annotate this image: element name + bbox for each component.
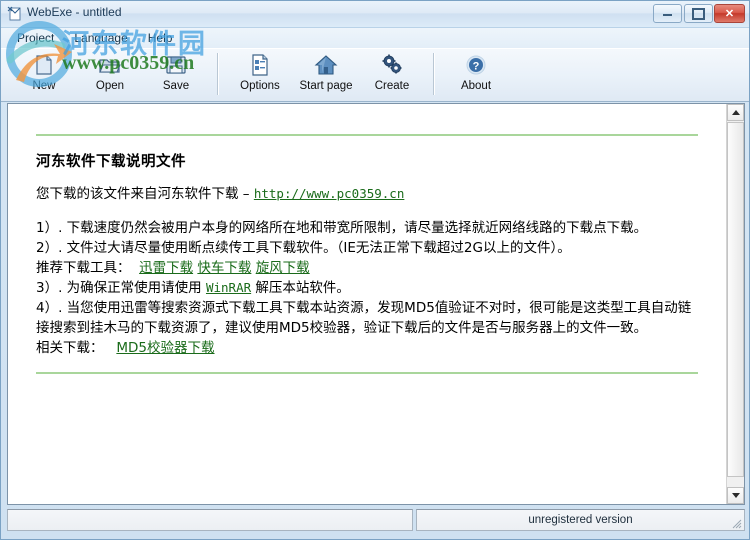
toolbar: New Open Save Options Start page Create … — [1, 48, 749, 102]
winrar-link[interactable]: WinRAR — [206, 280, 251, 295]
minimize-button[interactable] — [653, 4, 682, 23]
status-bar: unregistered version — [7, 509, 745, 531]
download-tool-link-qqxuanfeng[interactable]: 旋风下载 — [256, 260, 310, 276]
toolbar-label-start-page: Start page — [299, 80, 353, 92]
menu-bar: Project Language Help — [1, 28, 749, 48]
toolbar-button-start-page[interactable]: Start page — [293, 49, 359, 99]
window-title: WebExe - untitled — [27, 5, 122, 19]
document-subtitle: 您下载的该文件来自河东软件下载 – http://www.pc0359.cn — [36, 182, 698, 202]
resize-grip-icon[interactable] — [730, 517, 742, 529]
menu-item-project[interactable]: Project — [7, 29, 64, 47]
chevron-up-icon — [731, 110, 740, 115]
toolbar-button-create[interactable]: Create — [359, 49, 425, 99]
application-window: WebExe - untitled ✕ Project Language Hel… — [0, 0, 750, 540]
gears-icon — [380, 52, 404, 78]
document-tools-line: 推荐下载工具： 迅雷下载 快车下载 旋风下载 — [36, 258, 698, 278]
close-button[interactable]: ✕ — [714, 4, 745, 23]
scroll-down-button[interactable] — [727, 487, 744, 504]
open-folder-icon — [98, 52, 122, 78]
toolbar-button-about[interactable]: ? About — [443, 49, 509, 99]
home-icon — [314, 52, 338, 78]
toolbar-button-save[interactable]: Save — [143, 49, 209, 99]
document-item-4: 4）. 当您使用迅雷等搜索资源式下载工具下载本站资源，发现MD5值验证不对时，很… — [36, 300, 692, 336]
scrollbar-thumb[interactable] — [727, 122, 744, 477]
close-icon: ✕ — [724, 8, 735, 20]
app-icon — [7, 6, 23, 22]
toolbar-button-open[interactable]: Open — [77, 49, 143, 99]
document-item-2: 2）. 文件过大请尽量使用断点续传工具下载软件。（IE无法正常下载超过2G以上的… — [36, 240, 571, 256]
status-text-registration: unregistered version — [528, 514, 633, 526]
item3-prefix: 3）. 为确保正常使用请使用 — [36, 280, 206, 296]
document-view: 河东软件下载说明文件 您下载的该文件来自河东软件下载 – http://www.… — [7, 103, 745, 505]
minimize-icon — [663, 11, 672, 16]
toolbar-label-save: Save — [162, 80, 190, 92]
options-document-icon — [248, 52, 272, 78]
toolbar-label-about: About — [460, 80, 492, 92]
status-panel-left — [7, 509, 413, 531]
menu-item-language[interactable]: Language — [64, 29, 137, 47]
help-question-icon: ? — [464, 52, 488, 78]
related-label: 相关下载： — [36, 340, 104, 356]
vertical-scrollbar[interactable] — [726, 104, 744, 504]
tools-label: 推荐下载工具： — [36, 260, 131, 276]
toolbar-label-open: Open — [95, 80, 125, 92]
toolbar-separator-1 — [217, 53, 219, 95]
md5-checker-link[interactable]: MD5校验器下载 — [116, 340, 214, 356]
document-related-line: 相关下载： MD5校验器下载 — [36, 338, 698, 358]
document-item-1: 1）. 下载速度仍然会被用户本身的网络所在地和带宽所限制，请尽量选择就近网络线路… — [36, 220, 648, 236]
site-url-link[interactable]: http://www.pc0359.cn — [254, 186, 405, 201]
toolbar-label-options: Options — [240, 80, 280, 92]
menu-item-help[interactable]: Help — [138, 29, 183, 47]
document-item-3: 3）. 为确保正常使用请使用 WinRAR 解压本站软件。 — [36, 278, 698, 298]
chevron-down-icon — [731, 493, 740, 498]
title-bar: WebExe - untitled ✕ — [1, 1, 749, 28]
toolbar-button-options[interactable]: Options — [227, 49, 293, 99]
document-content[interactable]: 河东软件下载说明文件 您下载的该文件来自河东软件下载 – http://www.… — [8, 104, 726, 504]
document-heading: 河东软件下载说明文件 — [36, 154, 186, 170]
divider-top — [36, 134, 698, 136]
toolbar-separator-2 — [433, 53, 435, 95]
scroll-up-button[interactable] — [727, 104, 744, 121]
toolbar-button-new[interactable]: New — [11, 49, 77, 99]
svg-text:?: ? — [473, 61, 480, 73]
new-file-icon — [32, 52, 56, 78]
save-disk-icon — [164, 52, 188, 78]
item3-suffix: 解压本站软件。 — [251, 280, 350, 296]
download-tool-link-flashget[interactable]: 快车下载 — [197, 260, 251, 276]
status-panel-right: unregistered version — [416, 509, 745, 531]
document-subtitle-text: 您下载的该文件来自河东软件下载 – — [36, 186, 254, 202]
divider-bottom — [36, 372, 698, 374]
toolbar-label-create: Create — [374, 80, 410, 92]
maximize-button[interactable] — [684, 4, 713, 23]
download-tool-link-thunder[interactable]: 迅雷下载 — [139, 260, 193, 276]
toolbar-label-new: New — [32, 80, 56, 92]
maximize-icon — [692, 7, 705, 20]
